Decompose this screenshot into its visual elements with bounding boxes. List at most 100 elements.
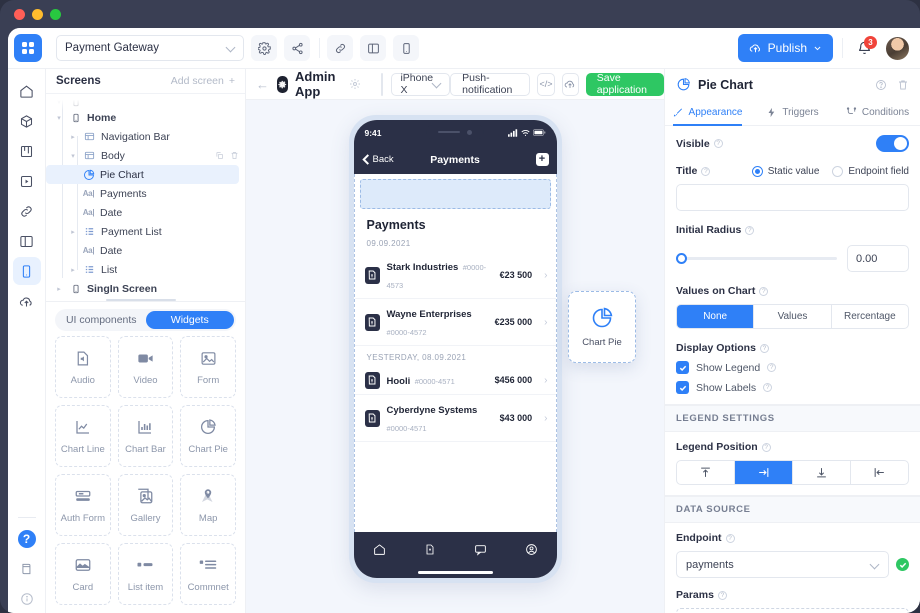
table-row[interactable]: Stark Industries #0000-4573 €23 500 ›	[354, 252, 556, 299]
tree-item-payment-list[interactable]: ▸ Payment List	[46, 222, 245, 241]
widget-map[interactable]: Map	[180, 474, 236, 536]
chevron-right-icon[interactable]: ▸	[54, 285, 64, 293]
help-circle-icon[interactable]	[875, 79, 887, 91]
widget-chart-line[interactable]: Chart Line	[55, 405, 111, 467]
help-tooltip-icon[interactable]: ?	[717, 590, 727, 600]
layout-panel-icon[interactable]	[360, 35, 386, 61]
rail-item-layout[interactable]	[13, 227, 41, 255]
settings-gear-icon[interactable]	[251, 35, 277, 61]
plug-link-icon[interactable]	[327, 35, 353, 61]
table-row[interactable]: Cyberdyne Systems #0000-4571 $43 000 ›	[354, 395, 556, 442]
show-legend-checkbox[interactable]	[676, 361, 689, 374]
table-row[interactable]: Wayne Enterprises #0000-4572 €235 000 ›	[354, 299, 556, 346]
notifications-button[interactable]: 3	[857, 35, 877, 56]
nav-back-button[interactable]: Back	[361, 154, 394, 165]
help-tooltip-icon[interactable]: ?	[767, 363, 777, 372]
show-legend-row[interactable]: Show Legend ?	[676, 361, 909, 374]
avatar[interactable]	[885, 35, 910, 61]
rail-item-deploy[interactable]	[13, 287, 41, 315]
share-nodes-icon[interactable]	[284, 35, 310, 61]
widget-auth-form[interactable]: Auth Form	[55, 474, 111, 536]
widget-card[interactable]: Card	[55, 543, 111, 605]
table-row[interactable]: Hooli #0000-4571 $456 000 ›	[354, 366, 556, 395]
rail-item-home[interactable]	[13, 77, 41, 105]
chevron-down-icon[interactable]: ▾	[54, 114, 64, 122]
help-tooltip-icon[interactable]: ?	[713, 139, 723, 148]
radio-static-value[interactable]: Static value	[751, 165, 819, 177]
app-settings-gear-icon[interactable]	[349, 78, 361, 90]
platform-ios[interactable]: IOS	[382, 74, 383, 95]
widget-list-item[interactable]: List item	[117, 543, 174, 605]
tree-item-navigation-bar[interactable]: ▸ Navigation Bar	[46, 127, 245, 146]
push-notification-button[interactable]: Push-notification	[450, 72, 531, 96]
help-tooltip-icon[interactable]: ?	[745, 225, 755, 235]
tree-item-date-text-1[interactable]: Aa| Date	[46, 203, 245, 222]
tree-item-date-text-2[interactable]: Aa| Date	[46, 241, 245, 260]
rail-item-preview[interactable]	[13, 167, 41, 195]
code-brackets-icon[interactable]: </>	[537, 72, 555, 96]
align-right-icon[interactable]	[734, 461, 792, 484]
widget-comment[interactable]: Commnet	[180, 543, 236, 605]
project-select[interactable]: Payment Gateway	[56, 35, 244, 61]
copy-icon[interactable]	[215, 151, 224, 160]
trash-icon[interactable]	[230, 151, 239, 160]
tree-item-signin-screen[interactable]: ▸ SingIn Screen	[46, 279, 245, 298]
rail-item-kanban[interactable]	[13, 137, 41, 165]
tree-scrollbar[interactable]	[106, 298, 176, 301]
publish-button[interactable]: Publish	[737, 34, 833, 62]
mobile-icon[interactable]	[393, 35, 419, 61]
device-select[interactable]: iPhone X	[391, 72, 451, 96]
widget-chart-pie[interactable]: Chart Pie	[180, 405, 236, 467]
chevron-right-icon[interactable]: ▸	[68, 266, 78, 274]
trash-icon[interactable]	[897, 79, 909, 91]
tab-triggers[interactable]: Triggers	[750, 100, 835, 125]
cloud-upload-icon[interactable]	[561, 72, 579, 96]
widget-video[interactable]: Video	[117, 336, 174, 398]
initial-radius-value[interactable]: 0.00	[847, 245, 909, 272]
rail-item-integrations[interactable]	[13, 197, 41, 225]
radio-endpoint-field[interactable]: Endpoint field	[832, 165, 909, 177]
widget-form[interactable]: Form	[180, 336, 236, 398]
plus-icon[interactable]: +	[535, 153, 549, 166]
create-param-button[interactable]: + Create param	[676, 608, 909, 613]
rail-item-help[interactable]: ?	[13, 525, 41, 553]
tab-chat[interactable]	[474, 543, 487, 556]
widget-audio[interactable]: Audio	[55, 336, 111, 398]
grid-apps-icon[interactable]	[14, 34, 42, 62]
tab-widgets[interactable]: Widgets	[145, 311, 234, 329]
help-tooltip-icon[interactable]: ?	[761, 442, 771, 452]
rail-item-components[interactable]	[13, 107, 41, 135]
rail-item-docs[interactable]	[13, 555, 41, 583]
help-tooltip-icon[interactable]: ?	[759, 286, 769, 296]
tab-profile[interactable]	[525, 543, 538, 556]
tree-item-pie-chart[interactable]: Pie Chart	[46, 165, 239, 184]
show-labels-row[interactable]: Show Labels ?	[676, 381, 909, 394]
tab-ui-components[interactable]: UI components	[57, 311, 146, 329]
show-labels-checkbox[interactable]	[676, 381, 689, 394]
segment-percentage[interactable]: Rercentage	[830, 305, 908, 328]
tree-item-payments-text[interactable]: Aa| Payments	[46, 184, 245, 203]
chart-drop-zone[interactable]	[359, 179, 551, 209]
tree-item-list[interactable]: ▸ List	[46, 260, 245, 279]
help-tooltip-icon[interactable]: ?	[759, 343, 769, 353]
title-input[interactable]	[676, 184, 909, 211]
segment-none[interactable]: None	[677, 305, 754, 328]
help-tooltip-icon[interactable]: ?	[725, 533, 735, 543]
arrow-left-icon[interactable]: ←	[256, 77, 269, 92]
tab-documents[interactable]	[424, 543, 436, 556]
rail-item-device[interactable]	[12, 257, 41, 285]
drag-ghost-chart-pie[interactable]: Chart Pie	[568, 291, 636, 363]
window-close-button[interactable]	[14, 8, 25, 20]
widget-chart-bar[interactable]: Chart Bar	[117, 405, 174, 467]
window-maximize-button[interactable]	[50, 8, 61, 20]
help-tooltip-icon[interactable]: ?	[701, 166, 711, 176]
widget-gallery[interactable]: Gallery	[117, 474, 174, 536]
visible-toggle[interactable]	[876, 135, 909, 152]
save-application-button[interactable]: Save application	[585, 72, 664, 96]
window-minimize-button[interactable]	[32, 8, 43, 20]
tree-item-home[interactable]: ▾ Home	[46, 108, 245, 127]
help-tooltip-icon[interactable]: ?	[763, 383, 773, 392]
tree-item-body[interactable]: ▾ Body	[46, 146, 245, 165]
chevron-right-icon[interactable]: ▸	[68, 133, 78, 141]
chevron-down-icon[interactable]: ▾	[68, 152, 78, 160]
